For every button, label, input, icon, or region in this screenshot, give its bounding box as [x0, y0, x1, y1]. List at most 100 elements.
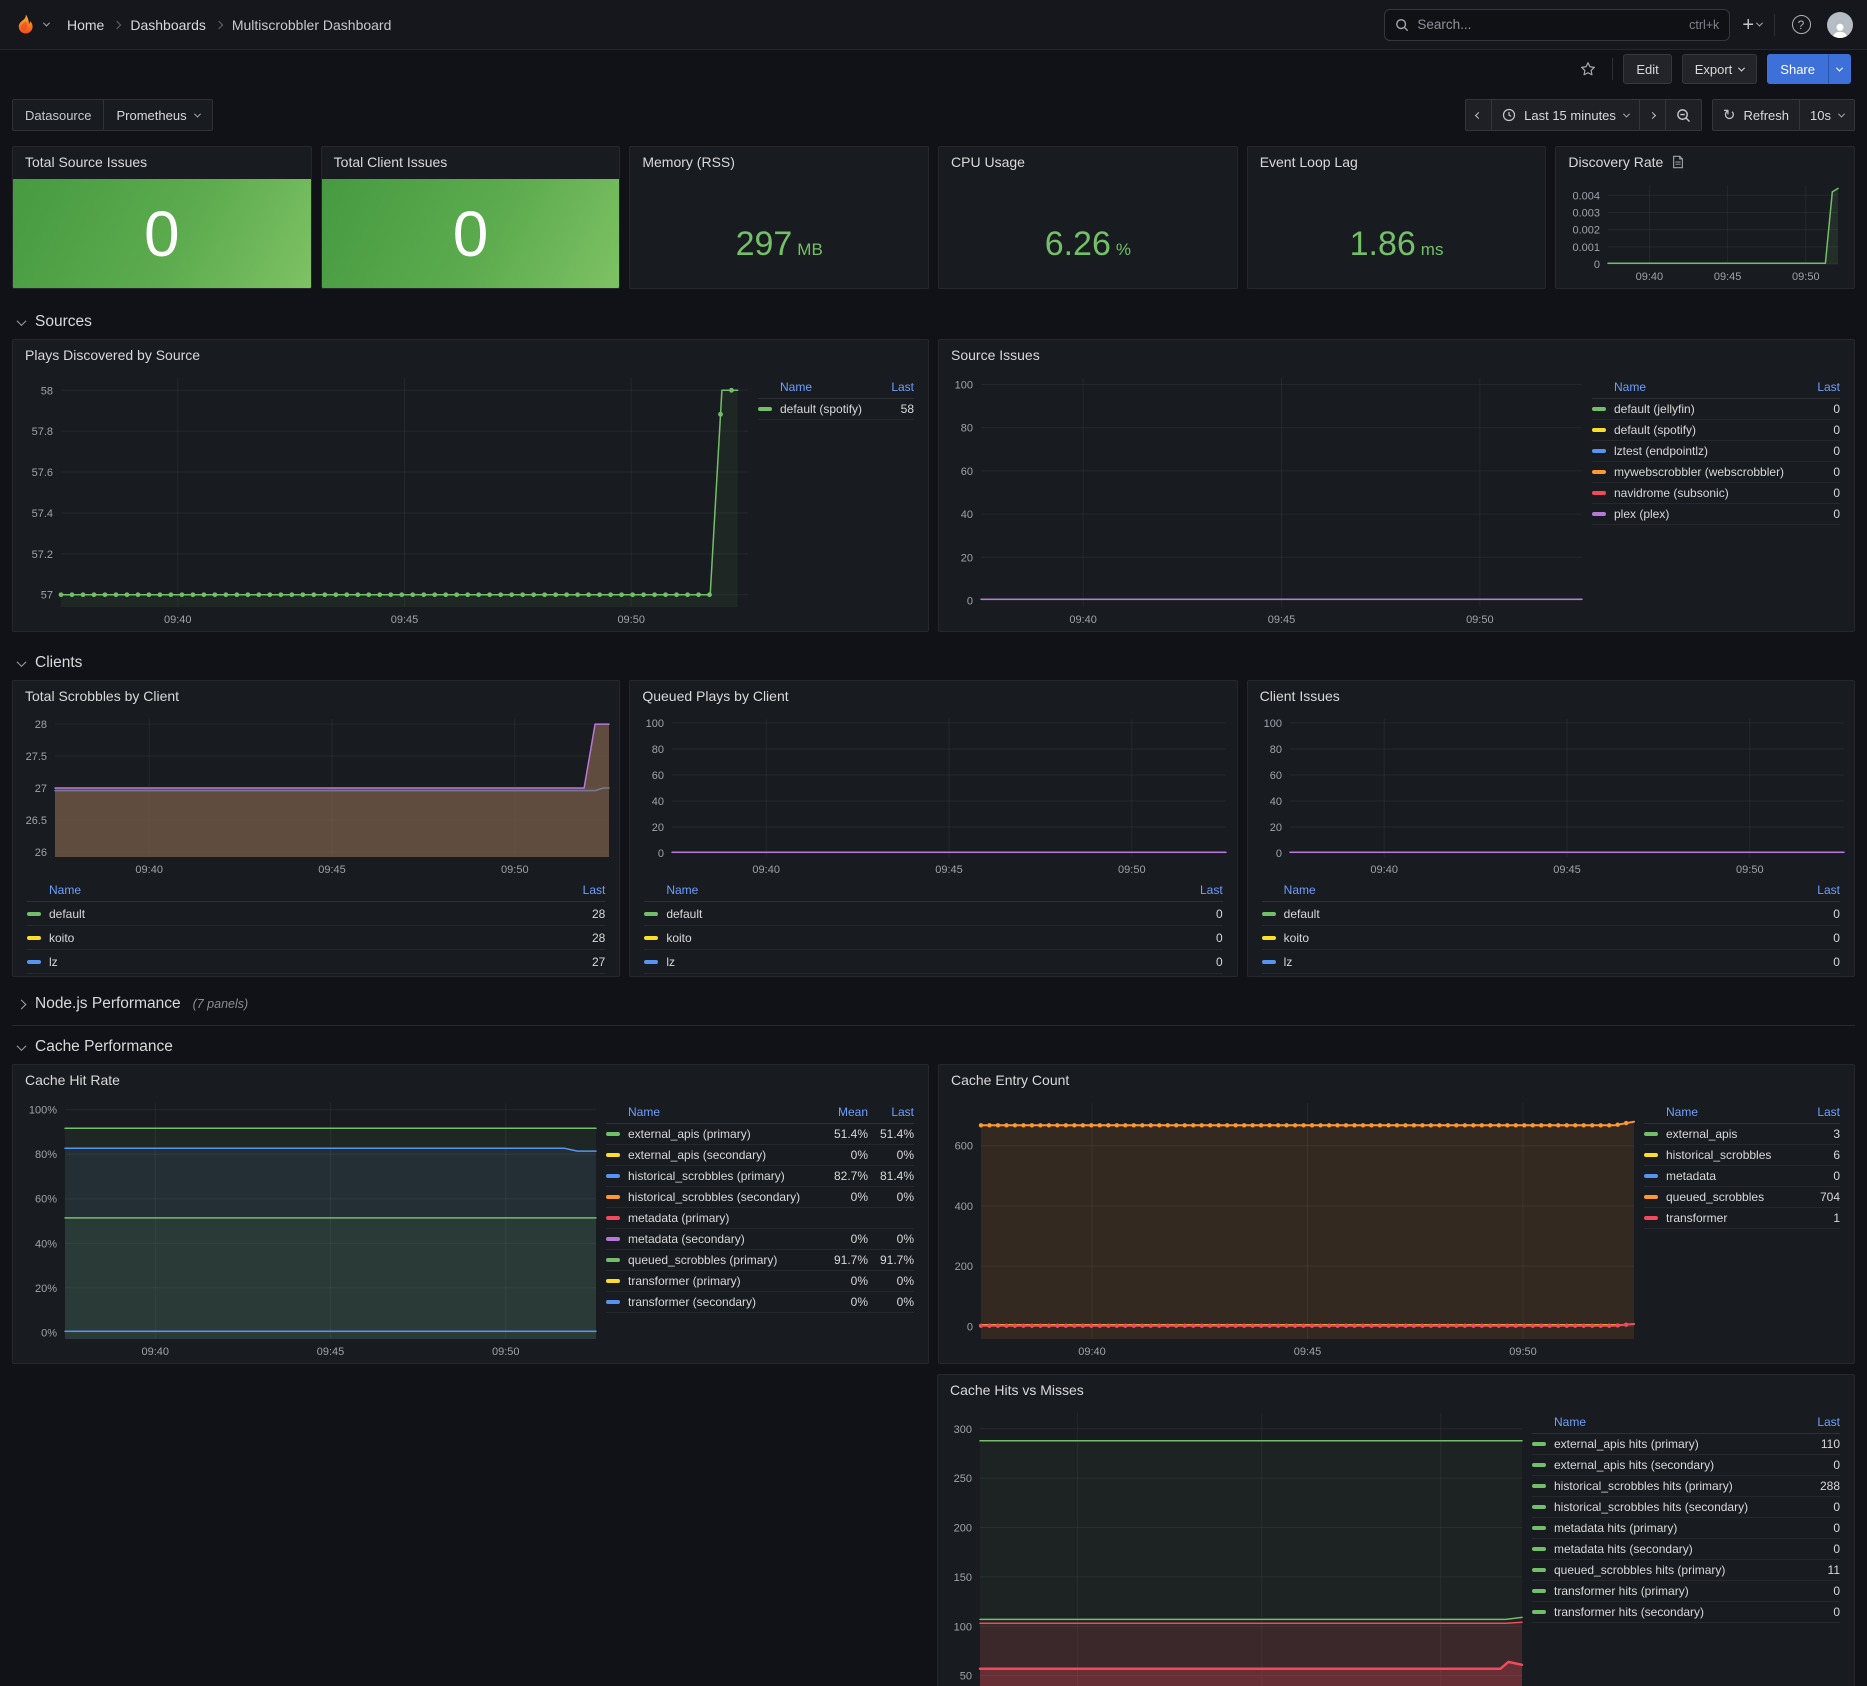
legend-row[interactable]: koito 28 [27, 926, 605, 950]
legend-last-header[interactable]: Last [559, 883, 605, 897]
series-name[interactable]: external_apis hits (primary) [1554, 1437, 1794, 1451]
legend-row[interactable]: default (spotify) 58 [758, 399, 914, 420]
legend-row[interactable]: queued_scrobbles (primary) 91.7% 91.7% [606, 1250, 914, 1271]
legend-row[interactable]: historical_scrobbles (secondary) 0% 0% [606, 1187, 914, 1208]
legend-row[interactable]: external_apis hits (secondary) 0 [1532, 1455, 1840, 1476]
panel-title[interactable]: Cache Entry Count [939, 1065, 1854, 1093]
series-name[interactable]: koito [49, 931, 559, 945]
zoom-out-button[interactable] [1666, 99, 1702, 131]
series-name[interactable]: lz [666, 955, 1176, 969]
legend-name-header[interactable]: Name [628, 1105, 822, 1119]
discovery-rate-chart[interactable]: 0.0040.0030.0020.001009:4009:4509:50 [1558, 175, 1848, 288]
legend-row[interactable]: mywebscrobbler (webscrobbler) 0 [1592, 462, 1840, 483]
legend-row[interactable]: transformer 1 [1644, 1208, 1840, 1229]
series-name[interactable]: koito [666, 931, 1176, 945]
series-name[interactable]: metadata [1666, 1169, 1794, 1183]
series-name[interactable]: lztest (endpointlz) [1614, 444, 1794, 458]
series-name[interactable]: queued_scrobbles (primary) [628, 1253, 822, 1267]
total-scrobbles-chart[interactable]: 2827.52726.52609:4009:4509:50 [13, 709, 619, 881]
series-name[interactable]: lz [49, 955, 559, 969]
edit-button[interactable]: Edit [1623, 54, 1671, 84]
cache-hit-rate-chart[interactable]: 100%80%60%40%20%0%09:4009:4509:50 [13, 1093, 606, 1363]
help-button[interactable]: ? [1787, 11, 1815, 39]
legend-last-header[interactable]: Last [1177, 883, 1223, 897]
series-name[interactable]: historical_scrobbles [1666, 1148, 1794, 1162]
series-name[interactable]: koito [1284, 931, 1794, 945]
refresh-button[interactable]: ↻ Refresh [1712, 99, 1800, 131]
legend-row[interactable]: navidrome (subsonic) 0 [1592, 483, 1840, 504]
series-name[interactable]: external_apis (secondary) [628, 1148, 822, 1162]
series-name[interactable]: external_apis (primary) [628, 1127, 822, 1141]
series-name[interactable]: historical_scrobbles (primary) [628, 1169, 822, 1183]
export-button[interactable]: Export [1682, 54, 1758, 84]
series-name[interactable]: transformer [1666, 1211, 1794, 1225]
legend-row[interactable]: koito 0 [1262, 926, 1840, 950]
legend-row[interactable]: external_apis (primary) 51.4% 51.4% [606, 1124, 914, 1145]
legend-row[interactable]: lz 0 [1262, 950, 1840, 974]
legend-row[interactable]: default 28 [27, 902, 605, 926]
legend-row[interactable]: transformer hits (secondary) 0 [1532, 1602, 1840, 1623]
legend-row[interactable]: metadata hits (secondary) 0 [1532, 1539, 1840, 1560]
panel-title[interactable]: Queued Plays by Client [630, 681, 1236, 709]
legend-name-header[interactable]: Name [1554, 1415, 1794, 1429]
legend-row[interactable]: historical_scrobbles hits (primary) 288 [1532, 1476, 1840, 1497]
panel-title[interactable]: Client Issues [1248, 681, 1854, 709]
time-shift-back-button[interactable] [1465, 99, 1492, 131]
panel-description-icon[interactable] [1671, 155, 1685, 169]
series-name[interactable]: plex (plex) [1614, 507, 1794, 521]
time-range-picker[interactable]: Last 15 minutes [1492, 99, 1640, 131]
panel-title[interactable]: Source Issues [939, 340, 1854, 368]
series-name[interactable]: default [666, 907, 1176, 921]
legend-name-header[interactable]: Name [666, 883, 1176, 897]
series-name[interactable]: metadata hits (secondary) [1554, 1542, 1794, 1556]
legend-last-header[interactable]: Last [868, 380, 914, 394]
legend-row[interactable]: transformer hits (primary) 0 [1532, 1581, 1840, 1602]
plays-discovered-chart[interactable]: 5857.857.657.457.25709:4009:4509:50 [13, 368, 758, 631]
share-options-button[interactable] [1828, 54, 1851, 84]
series-name[interactable]: default (jellyfin) [1614, 402, 1794, 416]
legend-row[interactable]: lz 0 [644, 950, 1222, 974]
series-name[interactable]: external_apis hits (secondary) [1554, 1458, 1794, 1472]
legend-row[interactable]: metadata hits (primary) 0 [1532, 1518, 1840, 1539]
panel-title[interactable]: Cache Hits vs Misses [938, 1375, 1854, 1403]
series-name[interactable]: historical_scrobbles hits (primary) [1554, 1479, 1794, 1493]
section-header-nodejs-performance[interactable]: Node.js Performance (7 panels) [12, 987, 1855, 1026]
section-header-clients[interactable]: Clients [12, 646, 1855, 680]
org-switcher-chevron-icon[interactable] [43, 20, 50, 27]
panel-title[interactable]: Total Scrobbles by Client [13, 681, 619, 709]
legend-row[interactable]: lztest (endpointlz) 0 [1592, 441, 1840, 462]
legend-row[interactable]: metadata 0 [1644, 1166, 1840, 1187]
panel-title[interactable]: Memory (RSS) [630, 147, 928, 175]
series-name[interactable]: default (spotify) [780, 402, 868, 416]
legend-row[interactable]: external_apis hits (primary) 110 [1532, 1434, 1840, 1455]
series-name[interactable]: historical_scrobbles hits (secondary) [1554, 1500, 1794, 1514]
breadcrumb-home[interactable]: Home [67, 17, 104, 33]
search-input[interactable] [1417, 17, 1681, 32]
panel-title[interactable]: Discovery Rate [1556, 147, 1854, 175]
legend-name-header[interactable]: Name [1666, 1105, 1794, 1119]
legend-row[interactable]: default 0 [644, 902, 1222, 926]
panel-title[interactable]: Plays Discovered by Source [13, 340, 928, 368]
legend-row[interactable]: external_apis (secondary) 0% 0% [606, 1145, 914, 1166]
legend-name-header[interactable]: Name [1614, 380, 1794, 394]
legend-last-header[interactable]: Last [1794, 1415, 1840, 1429]
series-name[interactable]: queued_scrobbles hits (primary) [1554, 1563, 1794, 1577]
user-avatar[interactable] [1827, 12, 1853, 38]
new-menu-button[interactable]: + [1742, 15, 1762, 35]
section-header-sources[interactable]: Sources [12, 305, 1855, 339]
share-button[interactable]: Share [1767, 54, 1828, 84]
series-name[interactable]: lz [1284, 955, 1794, 969]
section-header-cache-performance[interactable]: Cache Performance [12, 1030, 1855, 1064]
grafana-logo-icon[interactable] [14, 13, 38, 37]
legend-row[interactable]: koito 0 [644, 926, 1222, 950]
datasource-select[interactable]: Prometheus [104, 99, 212, 131]
legend-last-header[interactable]: Last [868, 1105, 914, 1119]
legend-name-header[interactable]: Name [49, 883, 559, 897]
panel-title[interactable]: Total Source Issues [13, 147, 311, 175]
series-name[interactable]: transformer (primary) [628, 1274, 822, 1288]
series-name[interactable]: transformer hits (primary) [1554, 1584, 1794, 1598]
panel-title[interactable]: Event Loop Lag [1248, 147, 1546, 175]
search-box[interactable]: ctrl+k [1384, 9, 1730, 41]
time-shift-forward-button[interactable] [1640, 99, 1666, 131]
refresh-interval-select[interactable]: 10s [1800, 99, 1855, 131]
